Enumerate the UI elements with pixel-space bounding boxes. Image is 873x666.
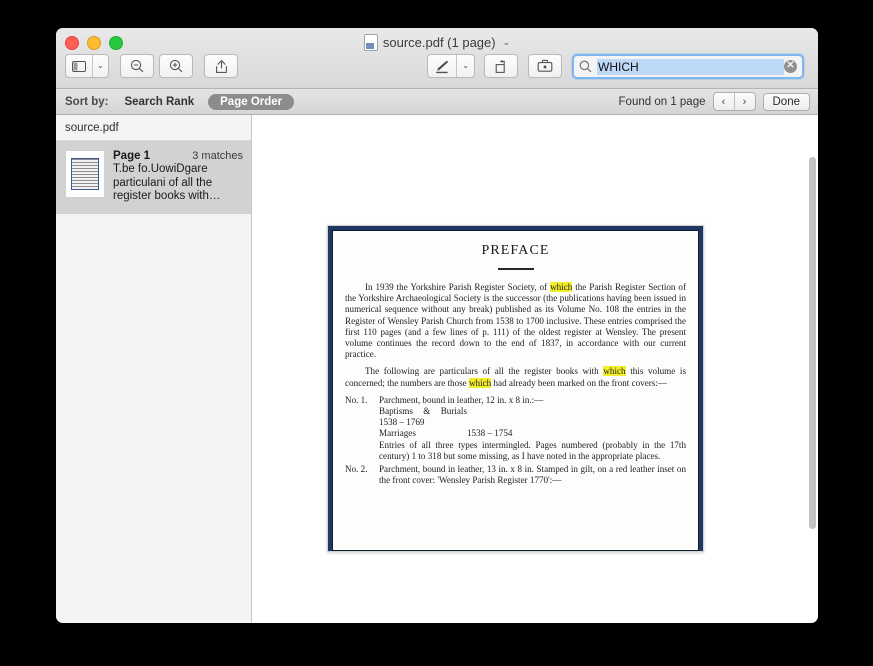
pdf-file-icon [364,34,378,51]
result-text: Page 1 3 matches T.be fo.UowiDgare parti… [113,150,243,204]
done-button[interactable]: Done [763,93,811,111]
text-segment: In 1939 the Yorkshire Parish Register So… [365,282,550,292]
search-highlight: which [550,282,572,292]
next-match-button[interactable]: › [735,93,755,110]
toolkit-button[interactable] [528,54,562,78]
zoom-out-icon [130,59,144,73]
entry-subrow: Baptisms & Burials 1538 – 1769 [379,406,686,428]
window-controls [65,36,123,50]
page-thumbnail[interactable] [65,150,105,198]
sidebar-file-name: source.pdf [56,115,251,141]
title-chevron-down-icon[interactable]: ⌄ [503,37,511,48]
document-canvas[interactable]: PREFACE In 1939 the Yorkshire Parish Reg… [252,115,818,623]
scanned-page-content: PREFACE In 1939 the Yorkshire Parish Reg… [332,230,699,551]
entry-lead: Parchment, bound in leather, 13 in. x 8 … [379,464,686,486]
entry-number: No. 2. [345,464,379,486]
scanned-page-border: PREFACE In 1939 the Yorkshire Parish Reg… [328,226,703,551]
vertical-scrollbar[interactable] [809,157,816,529]
sidebar-icon[interactable] [66,55,92,77]
entry-body: Parchment, bound in leather, 12 in. x 8 … [379,395,686,462]
markup-button[interactable]: ⌄ [427,54,475,78]
entry-subrow-label: Marriages [379,428,467,439]
zoom-in-icon [169,59,183,73]
markup-chevron-down-icon[interactable]: ⌄ [457,55,474,77]
sidebar-toggle-button[interactable]: ⌄ [65,54,109,78]
find-bar: Sort by: Search Rank Page Order Found on… [56,89,818,115]
search-result-item[interactable]: Page 1 3 matches T.be fo.UowiDgare parti… [56,141,251,214]
window-title: source.pdf (1 page) ⌄ [56,34,818,51]
search-field[interactable]: WHICH ✕ [572,54,804,79]
pdf-page: PREFACE In 1939 the Yorkshire Parish Reg… [327,225,704,552]
search-results-sidebar: source.pdf Page 1 3 matches T.be fo.Uowi… [56,115,252,623]
sort-option-search-rank[interactable]: Search Rank [124,96,194,108]
entry-lead: Parchment, bound in leather, 12 in. x 8 … [379,395,686,406]
sidebar-glyph [72,61,86,72]
result-page-label: Page 1 [113,150,150,162]
register-entry-2: No. 2. Parchment, bound in leather, 13 i… [345,464,686,486]
find-bar-right: Found on 1 page ‹ › Done [619,92,810,111]
markup-pen-icon[interactable] [428,55,456,77]
toolkit-icon [537,59,553,73]
share-button[interactable] [204,54,238,78]
clear-search-icon[interactable]: ✕ [784,60,797,73]
entry-subrow: Marriages 1538 – 1754 [379,428,686,439]
text-segment: the Parish Register Section of the Yorks… [345,282,686,359]
result-match-count: 3 matches [192,150,243,162]
rotate-icon [494,59,509,74]
paragraph-1: In 1939 the Yorkshire Parish Register So… [345,282,686,360]
zoom-out-button[interactable] [120,54,154,78]
entry-tail: Entries of all three types intermingled.… [379,440,686,462]
search-input[interactable]: WHICH [597,59,784,75]
entry-number: No. 1. [345,395,379,462]
previous-match-button[interactable]: ‹ [714,93,734,110]
rotate-button[interactable] [484,54,518,78]
window-title-text: source.pdf (1 page) [383,35,496,50]
result-heading: Page 1 3 matches [113,150,243,162]
register-entry-1: No. 1. Parchment, bound in leather, 12 i… [345,395,686,462]
search-highlight: which [469,378,491,388]
match-navigation: ‹ › [713,92,756,111]
sort-by-label: Sort by: [65,96,108,108]
text-segment: had already been marked on the front cov… [491,378,667,388]
zoom-in-button[interactable] [159,54,193,78]
sort-option-page-order[interactable]: Page Order [208,94,294,110]
text-segment: The following are particulars of all the… [365,366,603,376]
entry-subrow-label: Baptisms & Burials 1538 – 1769 [379,406,467,428]
preview-window: source.pdf (1 page) ⌄ ⌄ [56,28,818,623]
document-heading: PREFACE [345,243,686,259]
thumbnail-preview [71,158,99,190]
entry-subrow-value: 1538 – 1754 [467,428,512,439]
entry-body: Parchment, bound in leather, 13 in. x 8 … [379,464,686,486]
search-highlight: which [603,366,625,376]
heading-rule [498,268,534,270]
sidebar-chevron-down-icon[interactable]: ⌄ [93,55,108,77]
close-button[interactable] [65,36,79,50]
minimize-button[interactable] [87,36,101,50]
window-body: source.pdf Page 1 3 matches T.be fo.Uowi… [56,115,818,623]
paragraph-2: The following are particulars of all the… [345,366,686,388]
window-titlebar: source.pdf (1 page) ⌄ ⌄ [56,28,818,89]
result-snippet: T.be fo.UowiDgare particulani of all the… [113,163,243,204]
desktop-background: source.pdf (1 page) ⌄ ⌄ [0,0,873,666]
share-icon [215,59,228,74]
pen-glyph [434,59,450,74]
found-count-label: Found on 1 page [619,96,706,108]
maximize-button[interactable] [109,36,123,50]
search-icon [579,60,592,73]
